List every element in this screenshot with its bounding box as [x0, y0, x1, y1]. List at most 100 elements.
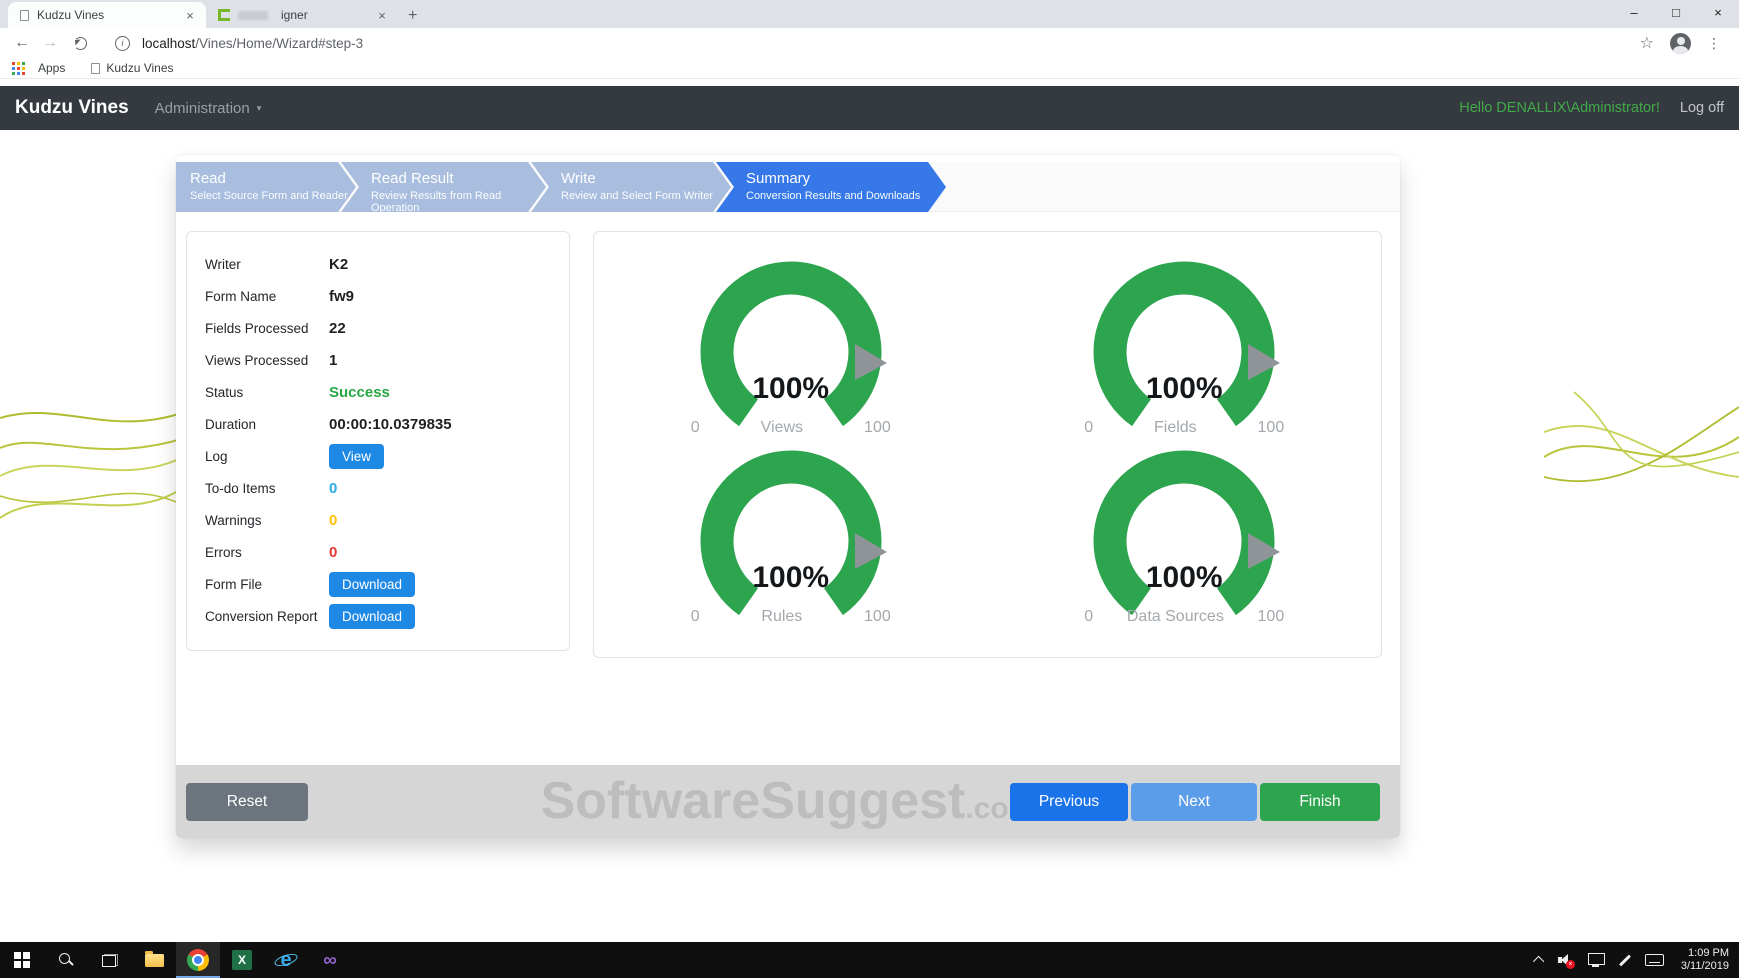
bookmark-star-icon[interactable]: ☆ — [1640, 33, 1654, 53]
windows-taskbar: X e ∞ × 1:09 PM 3/11/2019 — [0, 942, 1739, 978]
writer-value: K2 — [329, 255, 349, 273]
close-icon[interactable]: × — [182, 8, 198, 23]
address-bar[interactable]: localhost/Vines/Home/Wizard#step-3 — [142, 36, 363, 51]
forward-button[interactable]: → — [36, 34, 64, 52]
mute-badge: × — [1565, 960, 1575, 969]
step-subtitle: Review and Select Form Writer — [561, 190, 714, 202]
gauge-needle — [854, 344, 887, 380]
page-icon — [91, 62, 101, 74]
task-view-icon — [102, 953, 118, 967]
browser-menu-icon[interactable]: ⋮ — [1707, 35, 1721, 52]
network-icon[interactable] — [1587, 953, 1605, 967]
errors-count: 0 — [329, 543, 338, 561]
site-info-icon[interactable]: i — [115, 35, 130, 51]
duration-value: 00:00:10.0379835 — [329, 415, 452, 433]
close-icon[interactable]: × — [374, 8, 390, 23]
detail-row-views-processed: Views Processed 1 — [205, 344, 569, 376]
reset-button[interactable]: Reset — [186, 782, 308, 821]
browser-tab-strip: Kudzu Vines × igner × + – □ × — [0, 0, 1739, 28]
next-button[interactable]: Next — [1131, 782, 1257, 821]
apps-launcher[interactable]: Apps — [12, 61, 65, 75]
minimize-button[interactable]: – — [1613, 0, 1655, 28]
gauge-needle — [1248, 533, 1281, 569]
start-button[interactable] — [0, 942, 44, 978]
close-window-button[interactable]: × — [1697, 0, 1739, 28]
gauge-label: Fields — [1154, 419, 1197, 436]
step-subtitle: Review Results from Read Operation — [371, 190, 502, 214]
file-explorer-button[interactable] — [132, 942, 176, 978]
brand-title[interactable]: Kudzu Vines — [15, 97, 129, 119]
step-title: Read — [190, 170, 226, 187]
previous-button[interactable]: Previous — [1010, 782, 1128, 821]
task-view-button[interactable] — [88, 942, 132, 978]
bookmark-kudzu-vines[interactable]: Kudzu Vines — [91, 61, 174, 75]
pen-icon[interactable] — [1618, 953, 1631, 967]
gauge-max: 100 — [864, 419, 891, 436]
row-label: Status — [205, 384, 244, 400]
page-icon — [20, 9, 29, 21]
warnings-count: 0 — [329, 511, 338, 529]
gauge-max: 100 — [864, 608, 891, 625]
gauge-percent: 100% — [752, 372, 830, 405]
system-tray: × 1:09 PM 3/11/2019 — [1532, 942, 1739, 978]
clock-time: 1:09 PM — [1688, 946, 1729, 959]
decorative-vines-right — [1544, 391, 1739, 483]
step-read-result[interactable]: Read Result Review Results from Read Ope… — [341, 162, 546, 212]
taskbar-search-button[interactable] — [44, 942, 88, 978]
administration-menu[interactable]: Administration ▾ — [155, 100, 262, 117]
footer-nav-buttons: Previous Next Finish — [1010, 782, 1380, 821]
folder-icon — [144, 950, 164, 967]
tab-kudzu-vines[interactable]: Kudzu Vines × — [8, 2, 206, 28]
chrome-button[interactable] — [176, 942, 220, 978]
visual-studio-button[interactable]: ∞ — [308, 942, 352, 978]
view-log-button[interactable]: View — [329, 443, 385, 469]
step-write[interactable]: Write Review and Select Form Writer — [531, 162, 731, 212]
gauge-min: 0 — [1084, 608, 1094, 625]
gauge-scale: 0 Data Sources 100 — [1044, 608, 1324, 626]
finish-button[interactable]: Finish — [1260, 782, 1380, 821]
volume-muted-icon[interactable]: × — [1557, 952, 1575, 969]
internet-explorer-icon: e — [273, 948, 299, 972]
gauge-rules: 100% 0 Rules 100 — [651, 449, 931, 632]
step-summary[interactable]: Summary Conversion Results and Downloads — [716, 162, 946, 212]
gauge-scale: 0 Rules 100 — [651, 608, 931, 626]
excel-button[interactable]: X — [220, 942, 264, 978]
desktop: Kudzu Vines × igner × + – □ × ← → i loca… — [0, 0, 1739, 978]
detail-row-duration: Duration 00:00:10.0379835 — [205, 408, 569, 440]
row-label: Warnings — [205, 512, 262, 528]
log-off-link[interactable]: Log off — [1680, 100, 1724, 116]
tray-chevron-up-icon[interactable] — [1532, 955, 1545, 968]
internet-explorer-button[interactable]: e — [264, 942, 308, 978]
profile-avatar[interactable] — [1670, 32, 1691, 54]
page-background: Read Select Source Form and Reader Read … — [0, 130, 1739, 942]
visual-studio-icon: ∞ — [323, 949, 337, 971]
search-icon — [58, 952, 74, 968]
step-read[interactable]: Read Select Source Form and Reader — [176, 162, 356, 212]
form-name-value: fw9 — [329, 287, 355, 305]
keyboard-icon[interactable] — [1644, 954, 1664, 966]
todo-items-count: 0 — [329, 479, 338, 497]
detail-row-conversion-report: Conversion Report Download — [205, 600, 569, 632]
administration-label: Administration — [154, 99, 250, 117]
gauge-max: 100 — [1257, 419, 1285, 436]
step-subtitle: Conversion Results and Downloads — [746, 190, 921, 202]
new-tab-button[interactable]: + — [398, 7, 427, 28]
detail-row-form-name: Form Name fw9 — [205, 280, 569, 312]
step-title: Summary — [746, 170, 811, 187]
download-form-file-button[interactable]: Download — [329, 571, 416, 597]
refresh-button[interactable] — [74, 36, 87, 50]
row-label: Conversion Report — [205, 608, 318, 624]
watermark-text: SoftwareSuggest — [540, 771, 966, 830]
chevron-down-icon: ▾ — [256, 102, 262, 113]
detail-row-form-file: Form File Download — [205, 568, 569, 600]
maximize-button[interactable]: □ — [1655, 0, 1697, 28]
gauge-views: 100% 0 Views 100 — [651, 260, 931, 443]
gauge-min: 0 — [690, 419, 700, 436]
detail-row-errors: Errors 0 — [205, 536, 569, 568]
row-label: To-do Items — [205, 480, 276, 496]
taskbar-clock[interactable]: 1:09 PM 3/11/2019 — [1677, 947, 1729, 974]
download-conversion-report-button[interactable]: Download — [329, 603, 416, 629]
tab-designer[interactable]: igner × — [206, 2, 398, 28]
chrome-icon — [187, 949, 209, 971]
back-button[interactable]: ← — [8, 34, 36, 52]
